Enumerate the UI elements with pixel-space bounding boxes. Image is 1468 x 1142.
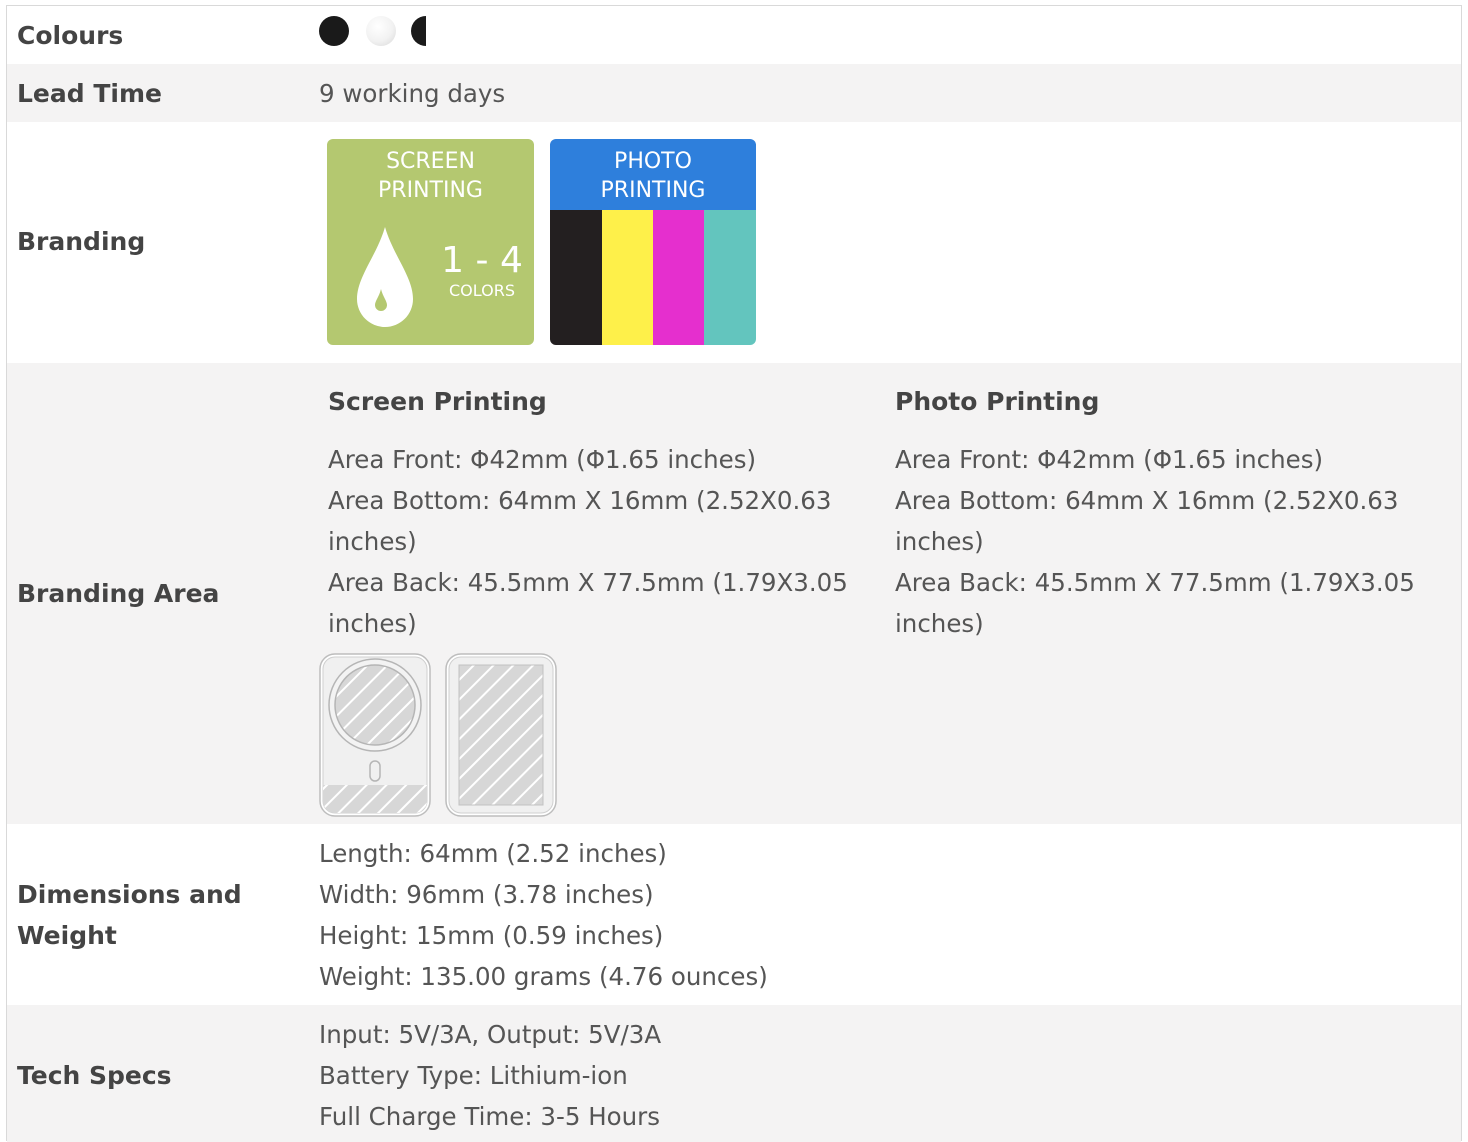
screen-area-line-5: inches) bbox=[328, 609, 417, 638]
row-branding-area: Branding Area Screen Printing Area Front… bbox=[7, 363, 1461, 824]
photo-area-line-2: Area Bottom: 64mm X 16mm (2.52X0.63 bbox=[895, 486, 1399, 515]
tech-specs-label: Tech Specs bbox=[17, 1061, 172, 1090]
stripe-yellow bbox=[602, 210, 653, 345]
back-print-area-diagram bbox=[445, 653, 557, 817]
photo-printing-heading: Photo Printing bbox=[895, 387, 1100, 416]
screen-printing-tile[interactable]: SCREEN PRINTING 1 - 4 COLORS bbox=[327, 139, 534, 345]
screen-area-line-3: inches) bbox=[328, 527, 417, 556]
tech-specs-line-1: Input: 5V/3A, Output: 5V/3A bbox=[319, 1020, 662, 1049]
row-colours: Colours bbox=[7, 6, 1461, 64]
screen-tile-range: 1 - 4 bbox=[441, 240, 523, 281]
row-lead-time: Lead Time 9 working days bbox=[7, 64, 1461, 122]
screen-tile-line2: PRINTING bbox=[378, 178, 483, 203]
swatch-half-black[interactable] bbox=[411, 16, 431, 46]
screen-area-line-4: Area Back: 45.5mm X 77.5mm (1.79X3.05 bbox=[328, 568, 848, 597]
screen-area-line-2: Area Bottom: 64mm X 16mm (2.52X0.63 bbox=[328, 486, 832, 515]
lead-time-value: 9 working days bbox=[319, 79, 506, 108]
swatch-white[interactable] bbox=[366, 16, 396, 46]
photo-tile-line2: PRINTING bbox=[600, 178, 706, 203]
dimensions-line-2: Width: 96mm (3.78 inches) bbox=[319, 880, 654, 909]
branding-area-label: Branding Area bbox=[17, 579, 220, 608]
lead-time-label: Lead Time bbox=[17, 79, 162, 108]
stripe-magenta bbox=[653, 210, 704, 345]
branding-label: Branding bbox=[17, 227, 146, 256]
product-spec-table: Colours Lead Time 9 working days Brandin… bbox=[6, 5, 1462, 1142]
ink-drop-icon bbox=[357, 227, 413, 327]
row-dimensions: Dimensions and Weight Length: 64mm (2.52… bbox=[7, 824, 1461, 1005]
front-print-area-diagram bbox=[319, 653, 431, 817]
screen-printing-heading: Screen Printing bbox=[328, 387, 547, 416]
colours-label: Colours bbox=[17, 21, 124, 50]
photo-area-line-4: Area Back: 45.5mm X 77.5mm (1.79X3.05 bbox=[895, 568, 1415, 597]
swatch-black[interactable] bbox=[319, 16, 349, 46]
dimensions-label-line2: Weight bbox=[17, 921, 117, 950]
tech-specs-line-3: Full Charge Time: 3-5 Hours bbox=[319, 1102, 660, 1131]
dimensions-line-3: Height: 15mm (0.59 inches) bbox=[319, 921, 664, 950]
photo-area-line-1: Area Front: Φ42mm (Φ1.65 inches) bbox=[895, 445, 1324, 474]
photo-area-line-5: inches) bbox=[895, 609, 984, 638]
screen-area-line-1: Area Front: Φ42mm (Φ1.65 inches) bbox=[328, 445, 757, 474]
photo-area-line-3: inches) bbox=[895, 527, 984, 556]
screen-tile-unit: COLORS bbox=[449, 281, 515, 300]
dimensions-label-line1: Dimensions and bbox=[17, 880, 242, 909]
row-branding: Branding SCREEN PRINTING 1 - 4 COLORS PH… bbox=[7, 122, 1461, 363]
dimensions-line-4: Weight: 135.00 grams (4.76 ounces) bbox=[319, 962, 768, 991]
photo-printing-tile[interactable]: PHOTO PRINTING bbox=[550, 139, 756, 345]
dimensions-line-1: Length: 64mm (2.52 inches) bbox=[319, 839, 667, 868]
stripe-cyan bbox=[704, 210, 756, 345]
screen-tile-line1: SCREEN bbox=[386, 149, 475, 174]
row-tech-specs: Tech Specs Input: 5V/3A, Output: 5V/3A B… bbox=[7, 1005, 1461, 1142]
stripe-black bbox=[550, 210, 602, 345]
tech-specs-line-2: Battery Type: Lithium-ion bbox=[319, 1061, 628, 1090]
photo-tile-line1: PHOTO bbox=[614, 149, 692, 174]
